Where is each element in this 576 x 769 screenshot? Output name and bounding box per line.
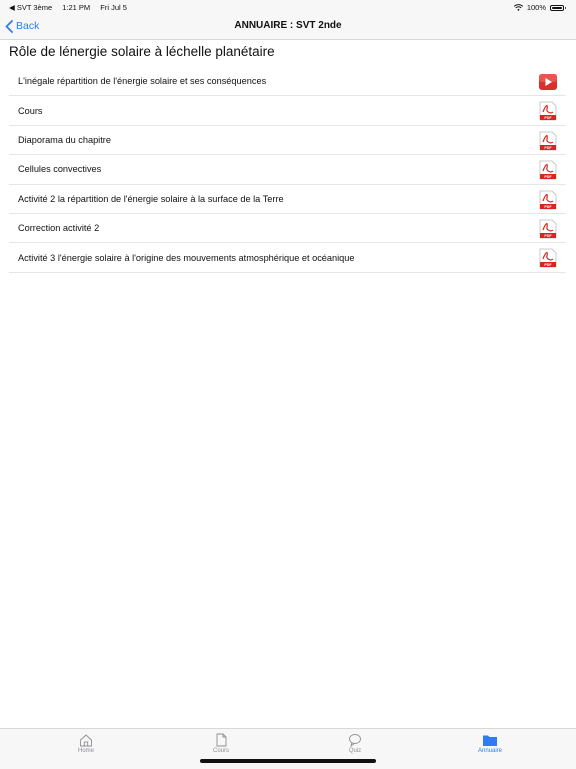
home-icon [80,734,92,747]
speech-bubble-icon [349,734,361,747]
list-item-label: Activité 2 la répartition de l'énergie s… [18,193,284,204]
pdf-icon[interactable]: PDF [538,190,558,210]
status-right: 100% [513,3,566,12]
list-item-label: Cours [18,105,43,116]
tab-cours[interactable]: Cours [191,733,251,754]
list-item-label: Cellules convectives [18,164,102,175]
tab-annuaire[interactable]: Annuaire [460,733,520,754]
pdf-badge: PDF [544,234,552,238]
list-item-label: Correction activité 2 [18,223,100,234]
video-play-icon[interactable] [538,72,558,92]
list-item[interactable]: Activité 2 la répartition de l'énergie s… [9,185,566,214]
resource-list: L'inégale répartition de l'énergie solai… [9,67,566,273]
list-item-label: Activité 3 l'énergie solaire à l'origine… [18,252,355,263]
back-to-app-link[interactable]: ◀ SVT 3ème [9,3,52,12]
battery-icon [550,4,566,11]
status-time: 1:21 PM [62,3,91,12]
list-item-label: L'inégale répartition de l'énergie solai… [18,76,267,87]
status-date: Fri Jul 5 [100,3,127,12]
pdf-icon[interactable]: PDF [538,248,558,268]
tab-home[interactable]: Home [56,733,116,754]
home-indicator [200,759,376,763]
tab-label: Annuaire [477,748,503,754]
pdf-badge: PDF [544,205,552,209]
list-item[interactable]: Activité 3 l'énergie solaire à l'origine… [9,243,566,273]
navigation-bar: Back ANNUAIRE : SVT 2nde [0,14,576,40]
section-title: Rôle de lénergie solaire à léchelle plan… [9,44,275,59]
pdf-badge: PDF [544,175,552,179]
tab-quiz[interactable]: Quiz [325,733,385,754]
status-bar: ◀ SVT 3ème 1:21 PM Fri Jul 5 100% [0,0,576,14]
battery-percentage: 100% [526,3,546,12]
wifi-icon [513,4,523,11]
folder-icon [483,735,497,746]
list-item[interactable]: Cours PDF [9,96,566,126]
page-title: ANNUAIRE : SVT 2nde [234,20,342,31]
pdf-icon[interactable]: PDF [538,219,558,239]
tab-label: Cours [212,748,229,754]
tab-label: Quiz [348,748,362,754]
document-icon [216,733,227,747]
list-item[interactable]: Correction activité 2 PDF [9,214,566,244]
list-item[interactable]: Diaporama du chapitre PDF [9,126,566,156]
pdf-badge: PDF [544,263,552,267]
list-item[interactable]: L'inégale répartition de l'énergie solai… [9,67,566,97]
pdf-badge: PDF [544,146,552,150]
pdf-icon[interactable]: PDF [538,131,558,151]
pdf-badge: PDF [544,116,552,120]
tab-label: Home [77,748,94,754]
pdf-icon[interactable]: PDF [538,160,558,180]
list-item[interactable]: Cellules convectives PDF [9,155,566,185]
pdf-icon[interactable]: PDF [538,101,558,121]
status-left: ◀ SVT 3ème 1:21 PM Fri Jul 5 [9,3,135,12]
list-item-label: Diaporama du chapitre [18,134,111,145]
